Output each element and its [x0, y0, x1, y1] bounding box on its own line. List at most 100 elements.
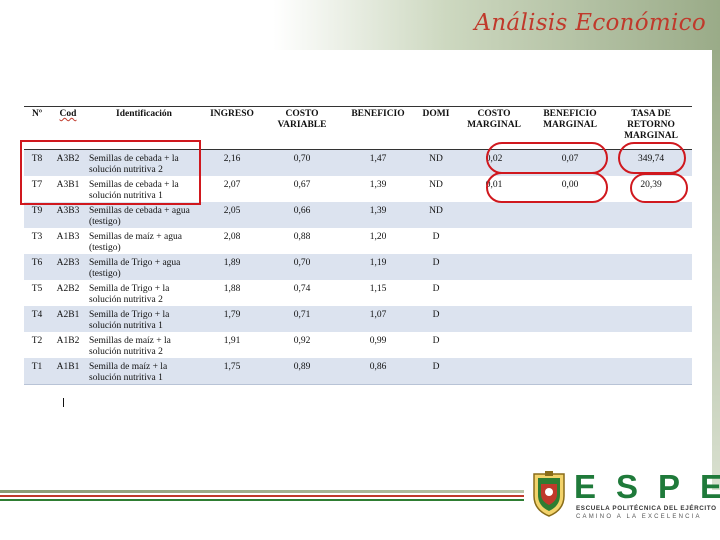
table-row: T1 A1B1 Semilla de maíz + la solución nutr…: [24, 358, 692, 384]
espe-logo-word: ESPE: [574, 468, 720, 505]
cell-costo-marginal: [458, 332, 530, 358]
header-ingreso: INGRESO: [202, 106, 262, 150]
highlight-oval-t7-marginal: [486, 172, 608, 203]
cell-beneficio-marginal: [530, 358, 610, 384]
cell-domi: ND: [414, 176, 458, 202]
cell-identificacion: Semillas de maíz + agua (testigo): [86, 228, 202, 254]
cell-domi: D: [414, 332, 458, 358]
cell-identificacion: Semilla de maíz + la solución nutritiva …: [86, 358, 202, 384]
cell-costo-marginal: [458, 228, 530, 254]
cell-ingreso: 2,07: [202, 176, 262, 202]
cell-n: T1: [24, 358, 50, 384]
cell-ingreso: 1,88: [202, 280, 262, 306]
cell-costo-variable: 0,70: [262, 149, 342, 176]
cell-domi: D: [414, 254, 458, 280]
cell-costo-marginal: [458, 280, 530, 306]
cell-costo-marginal: [458, 254, 530, 280]
cell-costo-variable: 0,89: [262, 358, 342, 384]
highlight-box-t8-t7: [20, 140, 201, 205]
cell-costo-marginal: [458, 358, 530, 384]
slide-title: Análisis Económico: [474, 10, 706, 36]
cell-beneficio-marginal: [530, 280, 610, 306]
cell-beneficio-marginal: [530, 228, 610, 254]
table-row: T6 A2B3 Semilla de Trigo + agua (testigo) 1…: [24, 254, 692, 280]
cell-n: T3: [24, 228, 50, 254]
cell-beneficio: 1,39: [342, 202, 414, 228]
cell-costo-variable: 0,74: [262, 280, 342, 306]
table-row: T5 A2B2 Semilla de Trigo + la solución nut…: [24, 280, 692, 306]
cell-cod: A2B3: [50, 254, 86, 280]
cell-tasa-retorno: [610, 254, 692, 280]
espe-crest-icon: [533, 471, 565, 517]
cell-n: T5: [24, 280, 50, 306]
cell-domi: D: [414, 306, 458, 332]
header-domi: DOMI: [414, 106, 458, 150]
table-row: T2 A1B2 Semillas de maíz + la solución nut…: [24, 332, 692, 358]
highlight-oval-t8-marginal: [486, 142, 608, 174]
cell-tasa-retorno: [610, 280, 692, 306]
cell-ingreso: 2,08: [202, 228, 262, 254]
cell-cod: A1B2: [50, 332, 86, 358]
cell-cod: A2B2: [50, 280, 86, 306]
cell-beneficio: 0,86: [342, 358, 414, 384]
cell-costo-variable: 0,66: [262, 202, 342, 228]
footer-line-red: [0, 495, 524, 497]
table-row: T4 A2B1 Semilla de Trigo + la solución nut…: [24, 306, 692, 332]
cell-n: T4: [24, 306, 50, 332]
cell-identificacion: Semilla de Trigo + agua (testigo): [86, 254, 202, 280]
text-cursor-mark: [63, 398, 64, 407]
highlight-oval-tasa-349: [618, 142, 686, 174]
cell-cod: A1B1: [50, 358, 86, 384]
cell-costo-variable: 0,70: [262, 254, 342, 280]
cell-tasa-retorno: [610, 358, 692, 384]
cell-domi: D: [414, 228, 458, 254]
cell-domi: D: [414, 358, 458, 384]
cell-identificacion: Semillas de maíz + la solución nutritiva…: [86, 332, 202, 358]
cell-costo-variable: 0,88: [262, 228, 342, 254]
cell-beneficio: 1,20: [342, 228, 414, 254]
cell-tasa-retorno: [610, 306, 692, 332]
cell-domi: ND: [414, 149, 458, 176]
cell-n: T2: [24, 332, 50, 358]
cell-tasa-retorno: [610, 332, 692, 358]
cell-ingreso: 1,79: [202, 306, 262, 332]
table-row: T3 A1B3 Semillas de maíz + agua (testigo) 2…: [24, 228, 692, 254]
cell-ingreso: 2,16: [202, 149, 262, 176]
cell-ingreso: 1,91: [202, 332, 262, 358]
cell-n: T9: [24, 202, 50, 228]
cell-identificacion: Semillas de cebada + agua (testigo): [86, 202, 202, 228]
cell-costo-marginal: [458, 306, 530, 332]
cell-beneficio: 1,15: [342, 280, 414, 306]
cell-beneficio: 0,99: [342, 332, 414, 358]
footer-line-green: [0, 499, 524, 501]
cell-cod: A3B3: [50, 202, 86, 228]
cell-identificacion: Semilla de Trigo + la solución nutritiva…: [86, 306, 202, 332]
cell-ingreso: 1,75: [202, 358, 262, 384]
espe-logo-motto: CAMINO A LA EXCELENCIA: [576, 514, 702, 520]
cell-beneficio-marginal: [530, 254, 610, 280]
highlight-oval-tasa-20: [630, 173, 688, 203]
cell-ingreso: 2,05: [202, 202, 262, 228]
cell-n: T6: [24, 254, 50, 280]
cell-beneficio: 1,39: [342, 176, 414, 202]
cell-beneficio-marginal: [530, 202, 610, 228]
cell-beneficio-marginal: [530, 332, 610, 358]
header-costo-variable: COSTO VARIABLE: [262, 106, 342, 150]
cell-costo-variable: 0,71: [262, 306, 342, 332]
espe-logo-subtitle: ESCUELA POLITÉCNICA DEL EJÉRCITO: [576, 505, 717, 512]
cell-identificacion: Semilla de Trigo + la solución nutritiva…: [86, 280, 202, 306]
cell-costo-marginal: [458, 202, 530, 228]
cell-beneficio: 1,47: [342, 149, 414, 176]
cell-beneficio-marginal: [530, 306, 610, 332]
cell-costo-variable: 0,67: [262, 176, 342, 202]
cell-cod: A1B3: [50, 228, 86, 254]
cell-tasa-retorno: [610, 228, 692, 254]
cell-cod: A2B1: [50, 306, 86, 332]
cell-costo-variable: 0,92: [262, 332, 342, 358]
cell-tasa-retorno: [610, 202, 692, 228]
table-row: T9 A3B3 Semillas de cebada + agua (testigo…: [24, 202, 692, 228]
cell-domi: D: [414, 280, 458, 306]
cell-beneficio: 1,07: [342, 306, 414, 332]
cell-beneficio: 1,19: [342, 254, 414, 280]
cell-ingreso: 1,89: [202, 254, 262, 280]
